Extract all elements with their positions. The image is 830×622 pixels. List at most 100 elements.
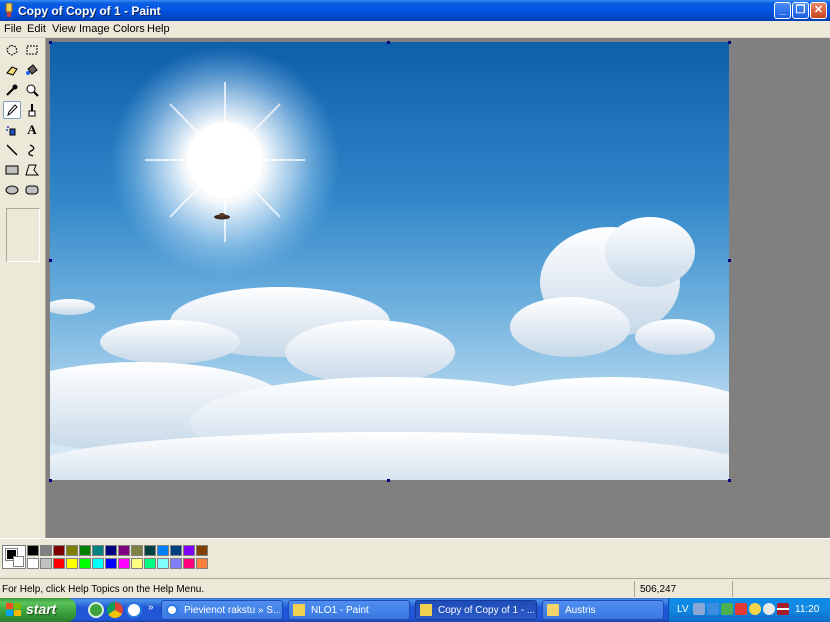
- color-swatch[interactable]: [183, 558, 195, 569]
- color-swatch[interactable]: [66, 558, 78, 569]
- internet-explorer-icon[interactable]: [126, 602, 142, 618]
- text-icon[interactable]: A: [23, 121, 41, 139]
- utorrent-icon[interactable]: [88, 602, 104, 618]
- color-swatch[interactable]: [105, 545, 117, 556]
- quicklaunch-chevron-icon[interactable]: »: [148, 602, 154, 613]
- rounded-rectangle-icon[interactable]: [23, 181, 41, 199]
- airbrush-icon[interactable]: [3, 121, 21, 139]
- workspace: [46, 38, 830, 538]
- tool-options-box[interactable]: [6, 208, 40, 262]
- canvas[interactable]: [50, 42, 729, 480]
- volume-icon[interactable]: [763, 603, 775, 615]
- latvia-flag-icon[interactable]: [777, 603, 789, 615]
- resize-handle: [728, 41, 731, 44]
- minimize-button[interactable]: _: [774, 2, 791, 19]
- tool-box: A: [0, 38, 46, 538]
- magnifier-icon[interactable]: [23, 81, 41, 99]
- task-label: Austris: [565, 605, 596, 616]
- free-form-select-icon[interactable]: [3, 41, 21, 59]
- close-button[interactable]: ✕: [810, 2, 827, 19]
- color-swatch[interactable]: [196, 558, 208, 569]
- bluetooth-icon[interactable]: [707, 603, 719, 615]
- color-swatch[interactable]: [79, 558, 91, 569]
- color-swatch[interactable]: [183, 545, 195, 556]
- color-swatch[interactable]: [196, 545, 208, 556]
- menu-image[interactable]: Image: [79, 23, 110, 35]
- windows-flag-icon: [6, 603, 21, 616]
- clock[interactable]: 11:20: [795, 604, 819, 615]
- menu-bar: File Edit View Image Colors Help: [0, 21, 830, 38]
- color-swatch[interactable]: [170, 545, 182, 556]
- line-icon[interactable]: [3, 141, 21, 159]
- resize-handle[interactable]: [728, 479, 731, 482]
- color-swatch[interactable]: [66, 545, 78, 556]
- title-bar: Copy of Copy of 1 - Paint _ ❐ ✕: [0, 0, 830, 21]
- brush-icon[interactable]: [23, 101, 41, 119]
- color-swatch[interactable]: [131, 545, 143, 556]
- pick-color-icon[interactable]: [3, 81, 21, 99]
- status-help-text: For Help, click Help Topics on the Help …: [2, 584, 205, 595]
- status-bar: For Help, click Help Topics on the Help …: [0, 578, 830, 598]
- task-austris[interactable]: Austris: [542, 600, 664, 620]
- paint-app-icon: [5, 3, 13, 17]
- language-indicator[interactable]: LV: [677, 604, 689, 615]
- polygon-icon[interactable]: [23, 161, 41, 179]
- color-swatch[interactable]: [118, 558, 130, 569]
- color-swatch[interactable]: [27, 558, 39, 569]
- messenger-icon[interactable]: [735, 603, 747, 615]
- color-swatch[interactable]: [157, 545, 169, 556]
- network-icon[interactable]: [693, 603, 705, 615]
- menu-view[interactable]: View: [52, 23, 76, 35]
- task-label: Pievienot rakstu » S...: [184, 605, 280, 616]
- eraser-icon[interactable]: [3, 61, 21, 79]
- fill-icon[interactable]: [23, 61, 41, 79]
- color-swatch[interactable]: [170, 558, 182, 569]
- paint-app-icon: [420, 604, 432, 616]
- folder-icon: [547, 604, 559, 616]
- color-swatch[interactable]: [40, 545, 52, 556]
- menu-help[interactable]: Help: [147, 23, 170, 35]
- current-colors[interactable]: [2, 545, 26, 569]
- color-swatch[interactable]: [131, 558, 143, 569]
- start-button[interactable]: start: [0, 598, 76, 622]
- color-swatch[interactable]: [157, 558, 169, 569]
- color-swatch[interactable]: [144, 558, 156, 569]
- select-icon[interactable]: [23, 41, 41, 59]
- menu-edit[interactable]: Edit: [27, 23, 46, 35]
- task-copy-of-copy-paint[interactable]: Copy of Copy of 1 - ...: [415, 600, 537, 620]
- task-label: Copy of Copy of 1 - ...: [438, 605, 534, 616]
- task-label: NLO1 - Paint: [311, 605, 369, 616]
- paint-app-icon: [293, 604, 305, 616]
- maximize-button[interactable]: ❐: [792, 2, 809, 19]
- pencil-icon[interactable]: [3, 101, 21, 119]
- smiley-icon[interactable]: [749, 603, 761, 615]
- color-swatch[interactable]: [53, 558, 65, 569]
- system-tray: LV 11:20: [668, 598, 830, 622]
- chrome-icon[interactable]: [107, 602, 123, 618]
- color-swatch[interactable]: [105, 558, 117, 569]
- status-divider: [732, 581, 733, 597]
- background-color[interactable]: [13, 556, 24, 567]
- color-swatch[interactable]: [144, 545, 156, 556]
- internet-explorer-icon: [166, 604, 178, 616]
- color-swatch[interactable]: [118, 545, 130, 556]
- resize-handle[interactable]: [728, 259, 731, 262]
- color-swatch[interactable]: [92, 558, 104, 569]
- task-nlo1-paint[interactable]: NLO1 - Paint: [288, 600, 410, 620]
- ellipse-icon[interactable]: [3, 181, 21, 199]
- curve-icon[interactable]: [23, 141, 41, 159]
- resize-handle[interactable]: [387, 479, 390, 482]
- sky-image: [50, 47, 729, 480]
- color-swatch[interactable]: [40, 558, 52, 569]
- task-pievienot[interactable]: Pievienot rakstu » S...: [161, 600, 283, 620]
- menu-colors[interactable]: Colors: [113, 23, 145, 35]
- color-swatch[interactable]: [53, 545, 65, 556]
- color-swatch[interactable]: [27, 545, 39, 556]
- color-swatch[interactable]: [79, 545, 91, 556]
- rectangle-icon[interactable]: [3, 161, 21, 179]
- start-label: start: [26, 601, 57, 617]
- antivirus-icon[interactable]: [721, 603, 733, 615]
- menu-file[interactable]: File: [4, 23, 22, 35]
- status-divider: [634, 581, 635, 597]
- color-swatch[interactable]: [92, 545, 104, 556]
